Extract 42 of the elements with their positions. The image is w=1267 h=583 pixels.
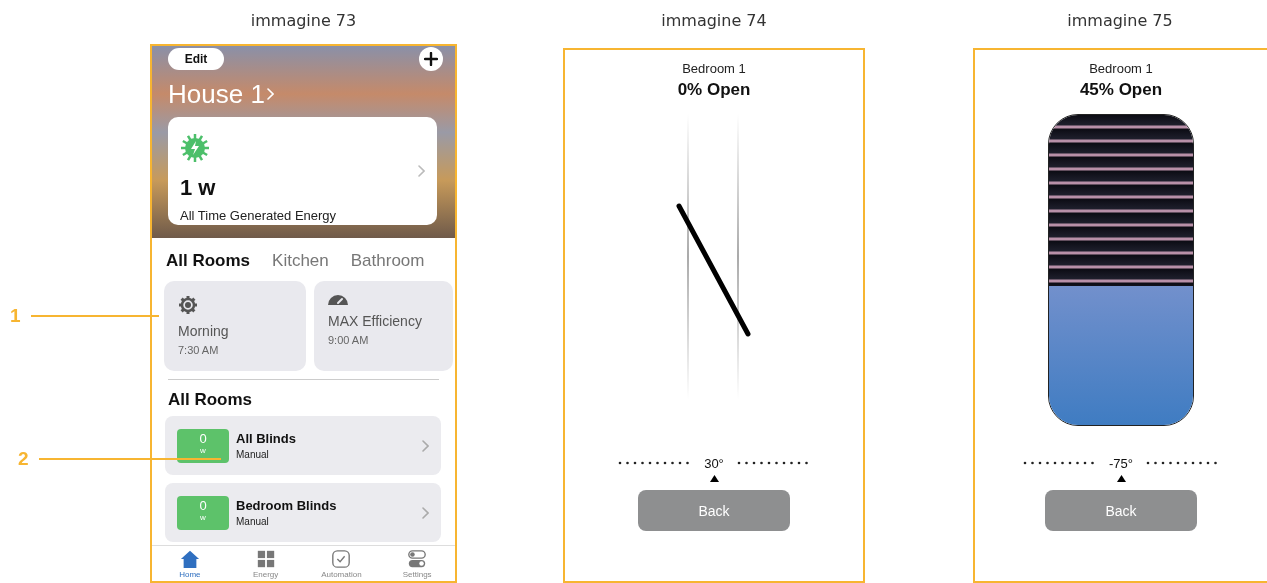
room-name: Bedroom 1 — [1089, 61, 1153, 77]
room-tab[interactable]: All Rooms — [166, 248, 251, 274]
energy-value: 1 w — [180, 175, 217, 202]
scene-card[interactable]: Morning 7:30 AM — [164, 281, 306, 371]
power-value: 0 — [199, 431, 207, 446]
room-name: Bedroom Blinds — [236, 498, 338, 513]
power-unit: w — [200, 445, 206, 455]
tab-bar-item[interactable]: Energy — [235, 549, 296, 580]
scene-time: 9:00 AM — [328, 334, 370, 346]
energy-card[interactable]: 1 w All Time Generated Energy — [168, 117, 437, 225]
house-title[interactable]: House 1 — [168, 79, 265, 109]
power-unit: w — [200, 512, 206, 522]
energy-label: All Time Generated Energy — [180, 207, 338, 223]
figure-caption: immagine 73 — [250, 11, 357, 30]
scene-name: MAX Efficiency — [328, 313, 423, 329]
scene-name: Morning — [178, 323, 230, 339]
section-title: All Rooms — [167, 389, 254, 410]
edit-button[interactable]: Edit — [168, 48, 224, 70]
room-mode: Manual — [236, 449, 270, 460]
room-tab[interactable]: Kitchen — [272, 248, 329, 274]
open-status: 45% Open — [1079, 79, 1163, 101]
callout-number: 2 — [18, 449, 29, 469]
room-name: Bedroom 1 — [682, 61, 746, 77]
room-tab[interactable]: Bathroom — [350, 248, 425, 274]
tab-bar-item[interactable]: Home — [159, 549, 220, 580]
tab-bar-item[interactable]: Settings — [387, 549, 448, 580]
room-mode: Manual — [236, 516, 270, 527]
figure-caption: immagine 75 — [1067, 11, 1173, 30]
scene-card[interactable]: MAX Efficiency 9:00 AM — [314, 281, 453, 371]
angle-reading: 30° — [704, 455, 724, 471]
scene-time: 7:30 AM — [178, 344, 220, 356]
open-status: 0% Open — [677, 79, 751, 101]
angle-reading: -75° — [1109, 455, 1133, 471]
back-button[interactable]: Back — [1045, 490, 1197, 531]
power-value: 0 — [199, 498, 207, 513]
room-card[interactable]: 0 w Bedroom Blinds Manual — [165, 483, 441, 542]
figure-caption: immagine 74 — [661, 11, 767, 30]
room-name: All Blinds — [236, 431, 297, 446]
tab-bar-item[interactable]: Automation — [311, 549, 372, 580]
room-card[interactable]: 0 w All Blinds Manual — [165, 416, 441, 475]
callout-number: 1 — [10, 306, 21, 326]
back-button[interactable]: Back — [638, 490, 790, 531]
